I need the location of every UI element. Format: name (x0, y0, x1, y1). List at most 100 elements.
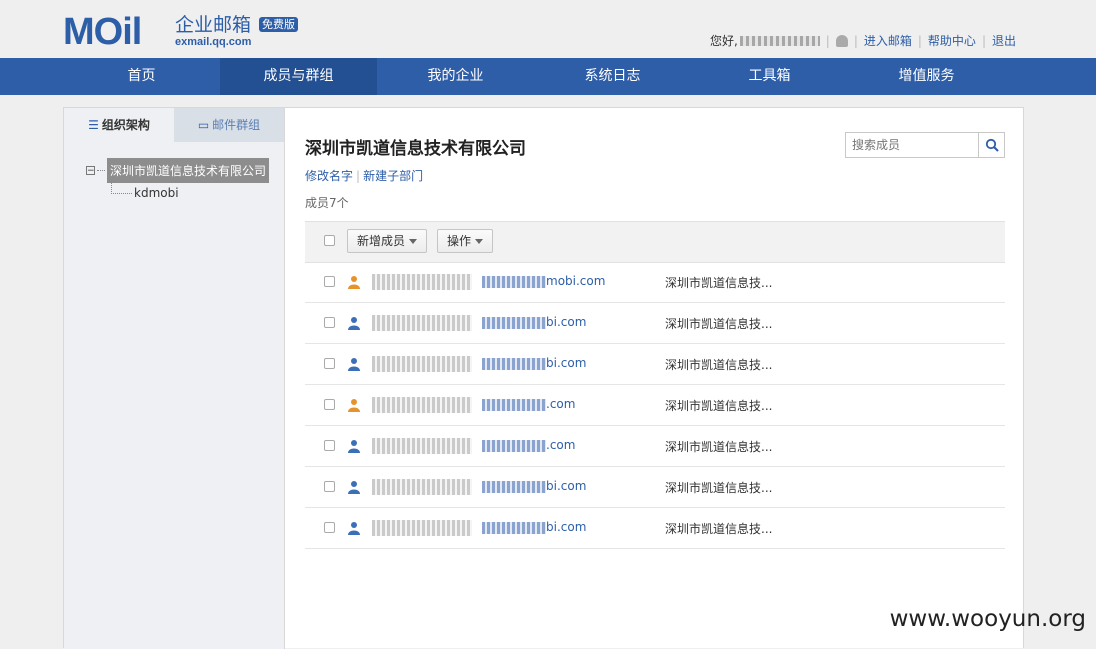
nav-toolbox[interactable]: 工具箱 (691, 58, 848, 95)
actions-button[interactable]: 操作 (437, 229, 494, 253)
member-email[interactable]: bi.com (482, 520, 586, 534)
logout-link[interactable]: 退出 (992, 32, 1016, 49)
table-row[interactable]: .com 深圳市凯道信息技... (305, 385, 1005, 426)
user-links: 您好, | | 进入邮箱 | 帮助中心 | 退出 (709, 32, 1016, 49)
member-email[interactable]: .com (482, 397, 575, 411)
email-suffix: mobi.com (546, 274, 606, 288)
add-member-button[interactable]: 新增成员 (347, 229, 428, 253)
org-tree: − 深圳市凯道信息技术有限公司 kdmobi (86, 158, 270, 200)
member-name-blurred[interactable] (372, 356, 472, 372)
chevron-down-icon (475, 239, 484, 244)
member-email[interactable]: bi.com (482, 356, 586, 370)
member-dept: 深圳市凯道信息技... (665, 440, 773, 454)
search-input[interactable] (846, 133, 978, 157)
group-icon: ▭ (197, 118, 210, 132)
greeting: 您好, (709, 34, 738, 48)
row-checkbox[interactable] (324, 399, 335, 410)
main-nav: 首页 成员与群组 我的企业 系统日志 工具箱 增值服务 (0, 58, 1096, 95)
member-name-blurred[interactable] (372, 315, 472, 331)
member-dept: 深圳市凯道信息技... (665, 358, 773, 372)
tree-child[interactable]: kdmobi (111, 180, 179, 200)
member-name-blurred[interactable] (372, 438, 472, 454)
page-title: 深圳市凯道信息技术有限公司 (305, 139, 526, 159)
member-name-blurred[interactable] (372, 520, 472, 536)
person-icon (348, 440, 360, 453)
username-blurred (739, 35, 820, 46)
person-icon (348, 399, 360, 412)
email-suffix: bi.com (546, 479, 587, 493)
member-name-blurred[interactable] (372, 274, 472, 290)
table-row[interactable]: .com 深圳市凯道信息技... (305, 426, 1005, 467)
member-toolbar: 新增成员 操作 (305, 221, 1005, 263)
search-box (845, 132, 1005, 158)
member-email[interactable]: bi.com (482, 479, 586, 493)
person-icon (348, 276, 360, 289)
tab-org-structure[interactable]: ☰ 组织架构 (64, 108, 174, 142)
select-all-checkbox[interactable] (324, 235, 335, 246)
row-checkbox[interactable] (324, 317, 335, 328)
member-dept: 深圳市凯道信息技... (665, 399, 773, 413)
rename-link[interactable]: 修改名字 (305, 169, 353, 183)
member-dept: 深圳市凯道信息技... (665, 481, 773, 495)
content-panel: ☰ 组织架构 ▭ 邮件群组 − 深圳市凯道信息技术有限公司 kdmobi 深圳市凯道… (63, 107, 1024, 649)
tree-root[interactable]: − 深圳市凯道信息技术有限公司 (86, 158, 270, 183)
help-center-link[interactable]: 帮助中心 (928, 32, 976, 49)
member-name-blurred[interactable] (372, 479, 472, 495)
main-content: 深圳市凯道信息技术有限公司 修改名字|新建子部门 成员7个 新增成员 操作 mo… (305, 108, 1005, 649)
row-checkbox[interactable] (324, 522, 335, 533)
collapse-icon[interactable]: − (86, 166, 95, 176)
nav-members-groups[interactable]: 成员与群组 (220, 58, 377, 95)
person-icon (348, 481, 360, 494)
chevron-down-icon (409, 239, 418, 244)
member-dept: 深圳市凯道信息技... (665, 276, 773, 290)
table-row[interactable]: mobi.com 深圳市凯道信息技... (305, 262, 1005, 303)
org-actions: 修改名字 | 新建子部门 (305, 169, 424, 183)
logo-title: 企业邮箱 (175, 14, 252, 36)
nav-my-enterprise[interactable]: 我的企业 (377, 58, 534, 95)
member-count: 成员7个 (305, 196, 349, 210)
member-email[interactable]: mobi.com (482, 274, 605, 288)
tab-mail-groups[interactable]: ▭ 邮件群组 (174, 108, 284, 142)
email-suffix: bi.com (546, 315, 587, 329)
tab-org-label: 组织架构 (101, 118, 150, 132)
add-member-label: 新增成员 (357, 234, 406, 248)
logo-text: MOil (63, 11, 142, 53)
member-email[interactable]: .com (482, 438, 575, 452)
table-row[interactable]: bi.com 深圳市凯道信息技... (305, 508, 1005, 549)
table-row[interactable]: bi.com 深圳市凯道信息技... (305, 344, 1005, 385)
actions-label: 操作 (447, 234, 472, 248)
member-email[interactable]: bi.com (482, 315, 586, 329)
sidebar-tabs: ☰ 组织架构 ▭ 邮件群组 (64, 108, 284, 142)
bell-icon[interactable] (835, 34, 848, 47)
person-icon (348, 317, 360, 330)
nav-value-added[interactable]: 增值服务 (848, 58, 1005, 95)
list-icon: ☰ (88, 118, 99, 132)
row-checkbox[interactable] (324, 481, 335, 492)
nav-system-log[interactable]: 系统日志 (534, 58, 691, 95)
watermark: www.wooyun.org (889, 606, 1086, 632)
search-icon (985, 138, 999, 152)
member-dept: 深圳市凯道信息技... (665, 522, 773, 536)
person-icon (348, 358, 360, 371)
email-suffix: bi.com (546, 356, 587, 370)
tree-root-label[interactable]: 深圳市凯道信息技术有限公司 (107, 158, 270, 183)
header: MOil 企业邮箱 免费版 exmail.qq.com 您好, | | 进入邮箱… (0, 0, 1096, 58)
enter-mailbox-link[interactable]: 进入邮箱 (864, 32, 912, 49)
row-checkbox[interactable] (324, 440, 335, 451)
search-button[interactable] (978, 133, 1004, 157)
row-checkbox[interactable] (324, 276, 335, 287)
member-dept: 深圳市凯道信息技... (665, 317, 773, 331)
email-suffix: .com (546, 438, 576, 452)
person-icon (348, 522, 360, 535)
member-name-blurred[interactable] (372, 397, 472, 413)
table-row[interactable]: bi.com 深圳市凯道信息技... (305, 303, 1005, 344)
tab-groups-label: 邮件群组 (212, 118, 261, 132)
new-dept-link[interactable]: 新建子部门 (363, 169, 423, 183)
member-list: mobi.com 深圳市凯道信息技... bi.com 深圳市凯道信息技... bi.c… (305, 262, 1005, 549)
nav-home[interactable]: 首页 (63, 58, 220, 95)
table-row[interactable]: bi.com 深圳市凯道信息技... (305, 467, 1005, 508)
sidebar: ☰ 组织架构 ▭ 邮件群组 − 深圳市凯道信息技术有限公司 kdmobi (64, 108, 285, 649)
email-suffix: .com (546, 397, 576, 411)
row-checkbox[interactable] (324, 358, 335, 369)
tree-child-label[interactable]: kdmobi (134, 186, 179, 200)
